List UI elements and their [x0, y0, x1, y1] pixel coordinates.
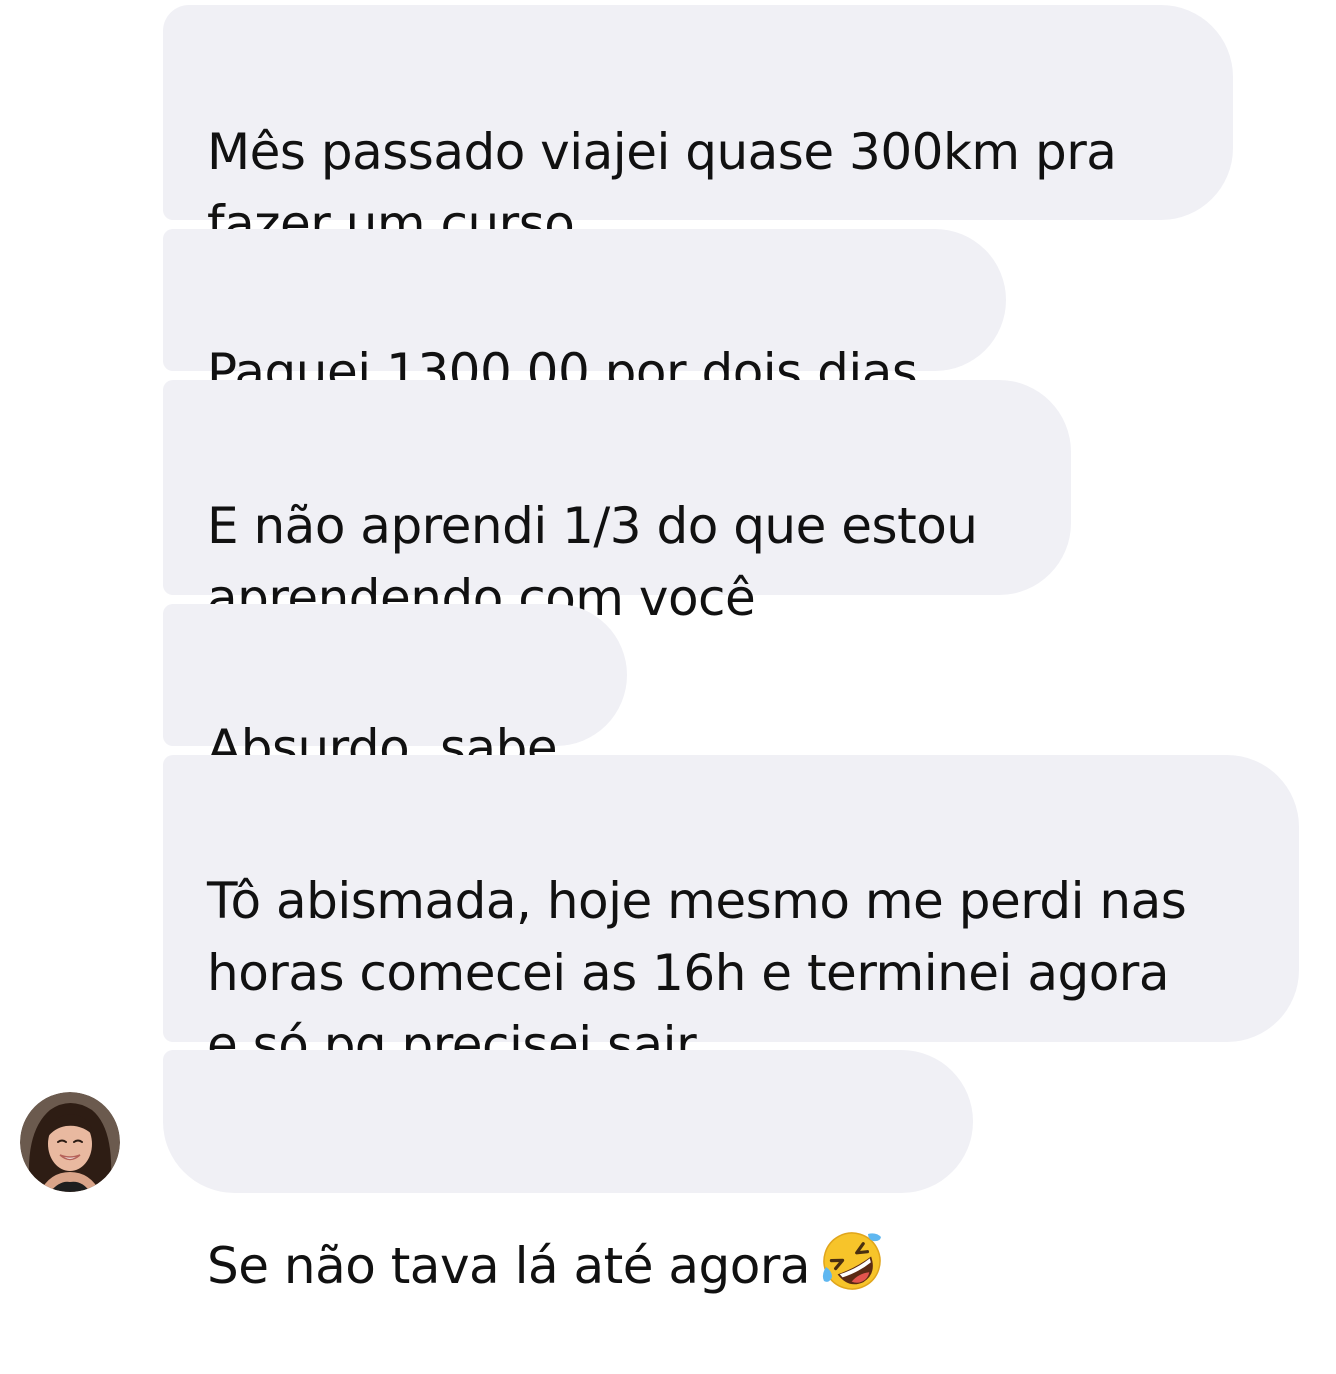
- message-bubble[interactable]: Tô abismada, hoje mesmo me perdi nas hor…: [163, 755, 1299, 1074]
- message-thread: Mês passado viajei quase 300km pra fazer…: [0, 0, 1336, 1295]
- emoji-svg: [822, 1232, 882, 1290]
- rolling-on-the-floor-laughing-icon: [820, 1157, 884, 1290]
- avatar[interactable]: [20, 1092, 120, 1192]
- message-text: Se não tava lá até agora: [207, 1237, 811, 1295]
- message-line: Se não tava lá até agora: [207, 1157, 929, 1302]
- profile-photo-avatar-icon: [20, 1092, 120, 1192]
- message-bubble[interactable]: Absurdo, sabe: [163, 604, 627, 777]
- message-bubble[interactable]: Mês passado viajei quase 300km pra fazer…: [163, 5, 1233, 253]
- message-text: Tô abismada, hoje mesmo me perdi nas hor…: [207, 872, 1187, 1074]
- message-bubble[interactable]: Se não tava lá até agora: [163, 1050, 973, 1295]
- message-bubble[interactable]: E não aprendi 1/3 do que estou aprendend…: [163, 380, 1071, 627]
- message-bubble[interactable]: Paguei 1300.00 por dois dias: [163, 229, 1006, 401]
